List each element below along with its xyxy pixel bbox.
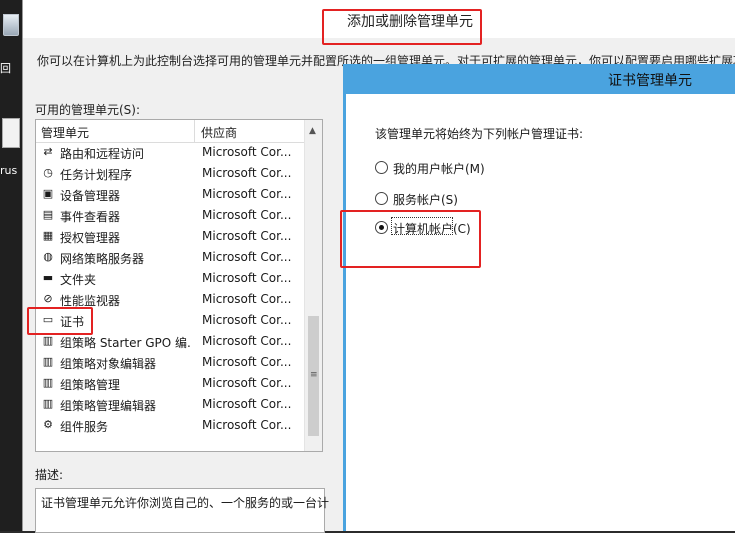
cert-dialog-titlebar[interactable]: 证书管理单元 (346, 64, 735, 94)
desktop-item-label: rus (0, 164, 18, 177)
snapin-vendor: Microsoft Cor... (202, 271, 292, 285)
snapin-name: 文件夹 (60, 273, 97, 287)
snapin-name: 组策略管理 (60, 378, 121, 392)
available-snapins-list[interactable]: 管理单元 供应商 ⇄ 路由和远程访问 Microsoft Cor... ◷ 任务计划程序… (35, 119, 323, 452)
snapin-name: 网络策略服务器 (60, 252, 145, 266)
snapin-name: 事件查看器 (60, 210, 121, 224)
description-label: 描述: (35, 468, 64, 482)
list-item[interactable]: ⇄ 路由和远程访问 Microsoft Cor... (36, 142, 304, 163)
list-item[interactable]: ⚙ 组件服务 Microsoft Cor... (36, 415, 304, 436)
snapin-vendor: Microsoft Cor... (202, 313, 292, 327)
snapin-name: 设备管理器 (60, 189, 121, 203)
snapin-vendor: Microsoft Cor... (202, 334, 292, 348)
scrollbar-thumb[interactable]: ≡ (308, 316, 319, 436)
snapin-name: 路由和远程访问 (60, 147, 145, 161)
snapin-name: 组策略对象编辑器 (60, 357, 157, 371)
policy-icon: ▥ (42, 355, 54, 368)
list-item[interactable]: ◍ 网络策略服务器 Microsoft Cor... (36, 247, 304, 268)
radio-button[interactable] (375, 192, 388, 205)
policy-icon: ▥ (42, 334, 54, 347)
snapin-name: 组策略管理编辑器 (60, 399, 157, 413)
snapin-name: 组策略 Starter GPO 编... (60, 336, 192, 350)
list-item[interactable]: ▣ 设备管理器 Microsoft Cor... (36, 184, 304, 205)
device-icon: ▣ (42, 187, 54, 200)
recycle-bin-icon[interactable] (0, 8, 20, 48)
snapin-vendor: Microsoft Cor... (202, 376, 292, 390)
snapin-name: 组件服务 (60, 420, 109, 434)
recycle-bin-label: 回 (0, 62, 11, 75)
policy-icon: ▥ (42, 397, 54, 410)
column-header-snapin[interactable]: 管理单元 (41, 124, 89, 141)
component-icon: ⚙ (43, 418, 53, 431)
list-item[interactable]: ▦ 授权管理器 Microsoft Cor... (36, 226, 304, 247)
list-item[interactable]: ▥ 组策略管理编辑器 Microsoft Cor... (36, 394, 304, 415)
annotation-box-certificate (27, 307, 93, 335)
snapin-vendor: Microsoft Cor... (202, 418, 292, 432)
radio-label[interactable]: 服务帐户(S) (393, 191, 458, 208)
list-header: 管理单元 供应商 (36, 120, 322, 143)
snapin-vendor: Microsoft Cor... (202, 187, 292, 201)
snapin-vendor: Microsoft Cor... (202, 229, 292, 243)
list-scrollbar[interactable]: ▲ ≡ (304, 120, 322, 451)
column-header-vendor[interactable]: 供应商 (201, 124, 237, 141)
list-item[interactable]: ▬ 文件夹 Microsoft Cor... (36, 268, 304, 289)
snapin-vendor: Microsoft Cor... (202, 355, 292, 369)
certificates-snapin-dialog: 证书管理单元 该管理单元将始终为下列帐户管理证书: 我的用户帐户(M) 服务帐户… (343, 64, 735, 531)
desktop-strip: 回 rus (0, 0, 22, 531)
snapin-vendor: Microsoft Cor... (202, 208, 292, 222)
snapin-vendor: Microsoft Cor... (202, 166, 292, 180)
snapin-vendor: Microsoft Cor... (202, 292, 292, 306)
cert-account-prompt: 该管理单元将始终为下列帐户管理证书: (375, 127, 584, 141)
description-text: 证书管理单元允许你浏览自己的、一个服务的或一台计 (41, 496, 330, 510)
snapin-name: 授权管理器 (60, 231, 121, 245)
snapin-name: 任务计划程序 (60, 168, 133, 182)
grip-icon: ≡ (310, 370, 318, 380)
authorization-icon: ▦ (42, 229, 54, 242)
policy-mgmt-icon: ▥ (42, 376, 54, 389)
network-icon: ⇄ (43, 145, 53, 158)
radio-button[interactable] (375, 161, 388, 174)
cert-dialog-title: 证书管理单元 (608, 73, 692, 89)
event-viewer-icon: ▤ (42, 208, 54, 221)
list-item[interactable]: ◷ 任务计划程序 Microsoft Cor... (36, 163, 304, 184)
description-box: 证书管理单元允许你浏览自己的、一个服务的或一台计 (35, 488, 329, 533)
snapin-vendor: Microsoft Cor... (202, 397, 292, 411)
performance-icon: ⊘ (43, 292, 53, 305)
radio-service-account[interactable]: 服务帐户(S) (375, 190, 575, 208)
snapin-vendor: Microsoft Cor... (202, 145, 292, 159)
snapin-vendor: Microsoft Cor... (202, 250, 292, 264)
annotation-box-title (322, 9, 482, 45)
available-snapins-label: 可用的管理单元(S): (35, 103, 141, 117)
document-icon[interactable] (0, 118, 20, 154)
radio-label[interactable]: 我的用户帐户(M) (393, 160, 485, 177)
list-item[interactable]: ▤ 事件查看器 Microsoft Cor... (36, 205, 304, 226)
folder-icon: ▬ (42, 271, 54, 284)
list-item[interactable]: ▥ 组策略对象编辑器 Microsoft Cor... (36, 352, 304, 373)
annotation-box-computer-account (340, 210, 481, 268)
clock-icon: ◷ (43, 166, 53, 179)
list-item[interactable]: ▥ 组策略管理 Microsoft Cor... (36, 373, 304, 394)
column-divider[interactable] (194, 120, 195, 142)
globe-icon: ◍ (43, 250, 53, 263)
scroll-up-icon[interactable]: ▲ (309, 126, 316, 136)
radio-my-user-account[interactable]: 我的用户帐户(M) (375, 159, 575, 177)
